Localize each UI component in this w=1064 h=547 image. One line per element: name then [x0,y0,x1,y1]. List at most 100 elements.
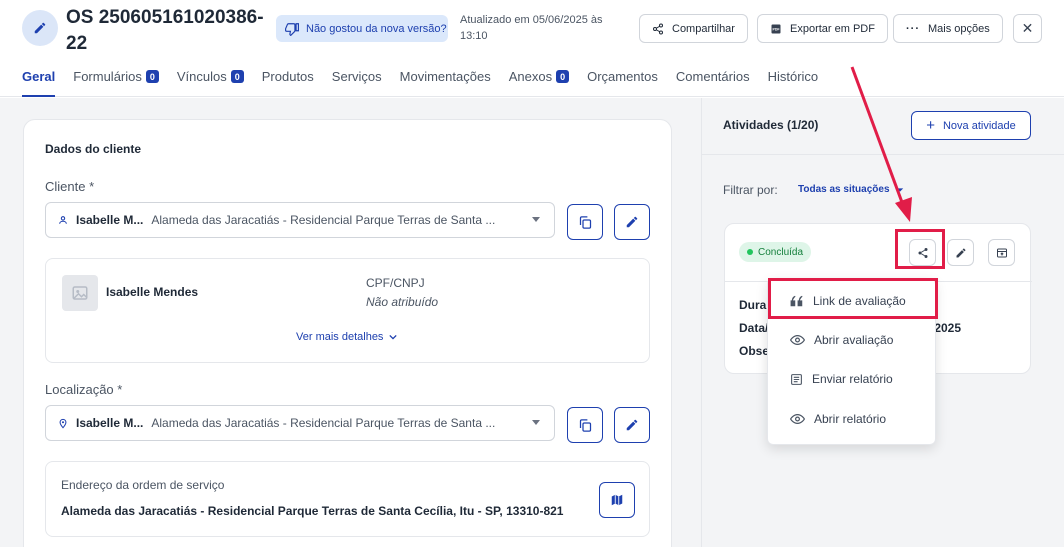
archive-activity-button[interactable] [988,239,1015,266]
export-pdf-button[interactable]: PDF Exportar em PDF [757,14,888,43]
tab-geral[interactable]: Geral [22,69,56,97]
edit-title-button[interactable] [22,10,58,46]
menu-item-label: Enviar relatório [812,372,893,386]
cpf-value: Não atribuído [366,295,439,309]
tab-vínculos[interactable]: Vínculos 0 [177,69,244,97]
filter-value: Todas as situações [798,184,890,195]
document-icon [791,373,802,385]
tab-label: Formulários [73,69,142,84]
share-activity-button[interactable] [909,239,936,266]
tab-label: Movimentações [399,69,491,84]
client-section-title: Dados do cliente [45,142,142,156]
more-label: Mais opções [928,22,990,35]
location-select-address: Alameda das Jaracatiás - Residencial Par… [151,416,496,430]
edit-location-button[interactable] [614,407,650,443]
more-details-label: Ver mais detalhes [296,331,384,343]
more-details-link[interactable]: Ver mais detalhes [296,331,398,343]
activity-date: Data/ [739,321,769,335]
share-label: Compartilhar [672,22,735,35]
menu-item-open-evaluation[interactable]: Abrir avaliação [768,321,937,359]
chevron-down-icon [896,187,903,192]
client-select[interactable]: Isabelle M... Alameda das Jaracatiás - R… [45,202,555,238]
edit-client-button[interactable] [614,204,650,240]
svg-text:PDF: PDF [773,27,781,31]
tab-label: Vínculos [176,69,227,84]
map-icon [611,494,623,506]
tab-bar: Geral Formulários 0 Vínculos 0 Produtos Serviç… [22,69,836,97]
tab-serviços[interactable]: Serviços [332,69,382,97]
tab-label: Produtos [261,69,314,84]
feedback-button[interactable]: Não gostou da nova versão? [276,15,448,42]
tab-count-badge: 0 [556,70,570,83]
user-icon [59,216,67,224]
tab-anexos[interactable]: Anexos 0 [508,69,570,97]
pencil-icon [626,216,638,228]
eye-icon [790,413,805,425]
tab-histórico[interactable]: Histórico [768,69,819,97]
menu-item-label: Abrir avaliação [814,333,894,347]
tab-label: Serviços [331,69,382,84]
tab-count-badge: 0 [230,70,244,83]
tab-label: Comentários [675,69,750,84]
share-icon [918,247,927,258]
filter-select[interactable]: Todas as situações [798,184,904,195]
chevron-down-icon [532,420,540,425]
tab-movimentações[interactable]: Movimentações [400,69,491,97]
close-button[interactable]: ✕ [1013,14,1042,43]
copy-client-button[interactable] [567,204,603,240]
eye-icon [790,334,805,346]
menu-item-label: Link de avaliação [813,294,906,308]
status-dot [747,249,753,255]
tab-orçamentos[interactable]: Orçamentos [587,69,658,97]
thumbs-down-icon [285,22,299,36]
export-label: Exportar em PDF [790,22,875,35]
edit-activity-button[interactable] [947,239,974,266]
ellipsis-icon: ··· [906,22,920,35]
activity-duration: Dura [739,298,767,312]
pencil-icon [34,22,46,34]
tab-produtos[interactable]: Produtos [262,69,314,97]
location-label: Localização * [45,382,123,397]
status-label: Concluída [758,246,804,258]
more-options-button[interactable]: ··· Mais opções [893,14,1003,43]
new-activity-button[interactable]: + Nova atividade [911,111,1031,140]
cpf-label: CPF/CNPJ [366,276,425,290]
open-map-button[interactable] [599,482,635,518]
plus-icon: + [926,117,935,134]
chevron-down-icon [532,217,540,222]
tab-label: Anexos [508,69,553,84]
tab-label: Histórico [767,69,819,84]
menu-item-evaluation-link[interactable]: Link de avaliação [768,282,937,320]
share-button[interactable]: Compartilhar [639,14,748,43]
pencil-icon [956,247,965,257]
quote-icon [790,295,803,307]
feedback-label: Não gostou da nova versão? [306,22,447,35]
location-select-name: Isabelle M... [76,416,144,430]
chevron-down-icon [389,334,398,340]
client-select-name: Isabelle M... [76,213,144,227]
image-placeholder-icon [72,286,88,300]
os-address-value: Alameda das Jaracatiás - Residencial Par… [61,504,564,518]
os-address-label: Endereço da ordem de serviço [61,478,225,492]
header: OS 250605161020386-22 Não gostou da nova… [0,0,1064,97]
menu-item-send-report[interactable]: Enviar relatório [768,360,937,398]
location-select[interactable]: Isabelle M... Alameda das Jaracatiás - R… [45,405,555,441]
client-select-address: Alameda das Jaracatiás - Residencial Par… [151,213,496,227]
client-name: Isabelle Mendes [106,285,199,299]
close-icon: ✕ [1021,20,1034,36]
updated-text: Atualizado em 05/06/2025 às 13:10 [460,14,603,42]
archive-icon [996,248,1007,257]
tab-formulários[interactable]: Formulários 0 [73,69,159,97]
share-dropdown-menu: Link de avaliação Abrir avaliação Enviar… [767,278,936,445]
copy-icon [579,418,591,432]
pencil-icon [626,419,638,431]
avatar [62,275,98,311]
tab-label: Geral [22,69,56,84]
copy-location-button[interactable] [567,407,603,443]
pdf-icon: PDF [771,24,781,33]
new-activity-label: Nova atividade [942,119,1016,132]
menu-item-open-report[interactable]: Abrir relatório [768,400,937,438]
tab-comentários[interactable]: Comentários [676,69,750,97]
location-pin-icon [59,418,67,428]
share-icon [653,23,663,34]
